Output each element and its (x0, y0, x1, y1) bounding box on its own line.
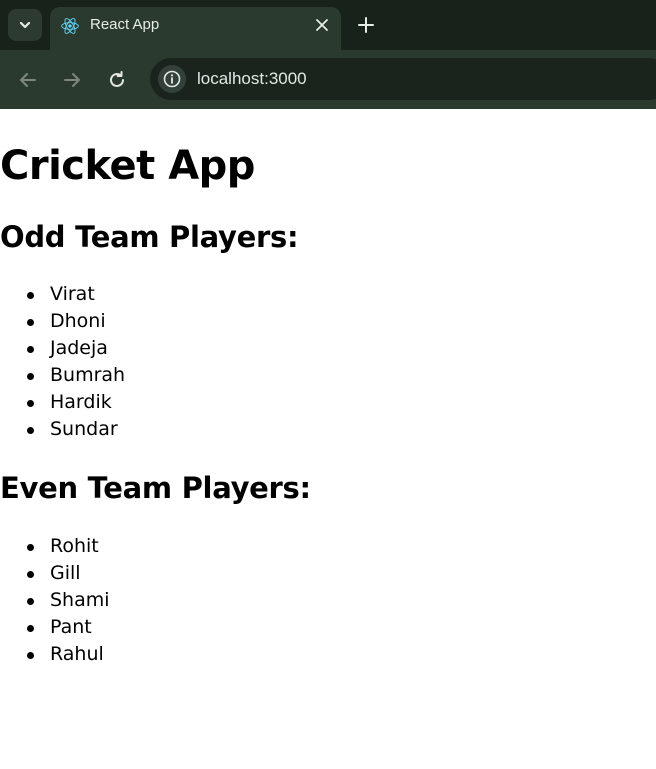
tab-search-button[interactable] (8, 9, 42, 41)
list-item: Jadeja (0, 335, 125, 362)
url-text: localhost:3000 (197, 69, 307, 88)
address-bar[interactable]: localhost:3000 (150, 58, 656, 100)
chevron-down-icon (19, 21, 31, 29)
list-item: Shami (0, 587, 110, 614)
browser-chrome: React App localhost:3000 (0, 0, 656, 109)
info-icon (163, 70, 181, 88)
even-team-heading: Even Team Players: (0, 471, 311, 505)
list-item: Dhoni (0, 308, 125, 335)
site-info-button[interactable] (158, 65, 186, 93)
toolbar: localhost:3000 (0, 50, 656, 109)
list-item: Rahul (0, 641, 110, 668)
close-icon[interactable] (315, 18, 329, 32)
plus-icon[interactable] (356, 15, 376, 35)
list-item: Pant (0, 614, 110, 641)
odd-team-list: Virat Dhoni Jadeja Bumrah Hardik Sundar (0, 281, 125, 443)
list-item: Hardik (0, 389, 125, 416)
list-item: Sundar (0, 416, 125, 443)
arrow-left-icon[interactable] (17, 69, 39, 91)
tab-strip: React App (0, 0, 656, 50)
list-item: Gill (0, 560, 110, 587)
list-item: Rohit (0, 533, 110, 560)
even-team-list: Rohit Gill Shami Pant Rahul (0, 533, 110, 668)
page-title: Cricket App (0, 143, 255, 189)
reload-icon[interactable] (106, 69, 128, 91)
tab-react-app[interactable]: React App (50, 7, 341, 50)
list-item: Bumrah (0, 362, 125, 389)
tab-title: React App (90, 16, 160, 33)
react-logo-icon (61, 18, 79, 34)
list-item: Virat (0, 281, 125, 308)
odd-team-heading: Odd Team Players: (0, 220, 299, 254)
arrow-right-icon[interactable] (61, 69, 83, 91)
